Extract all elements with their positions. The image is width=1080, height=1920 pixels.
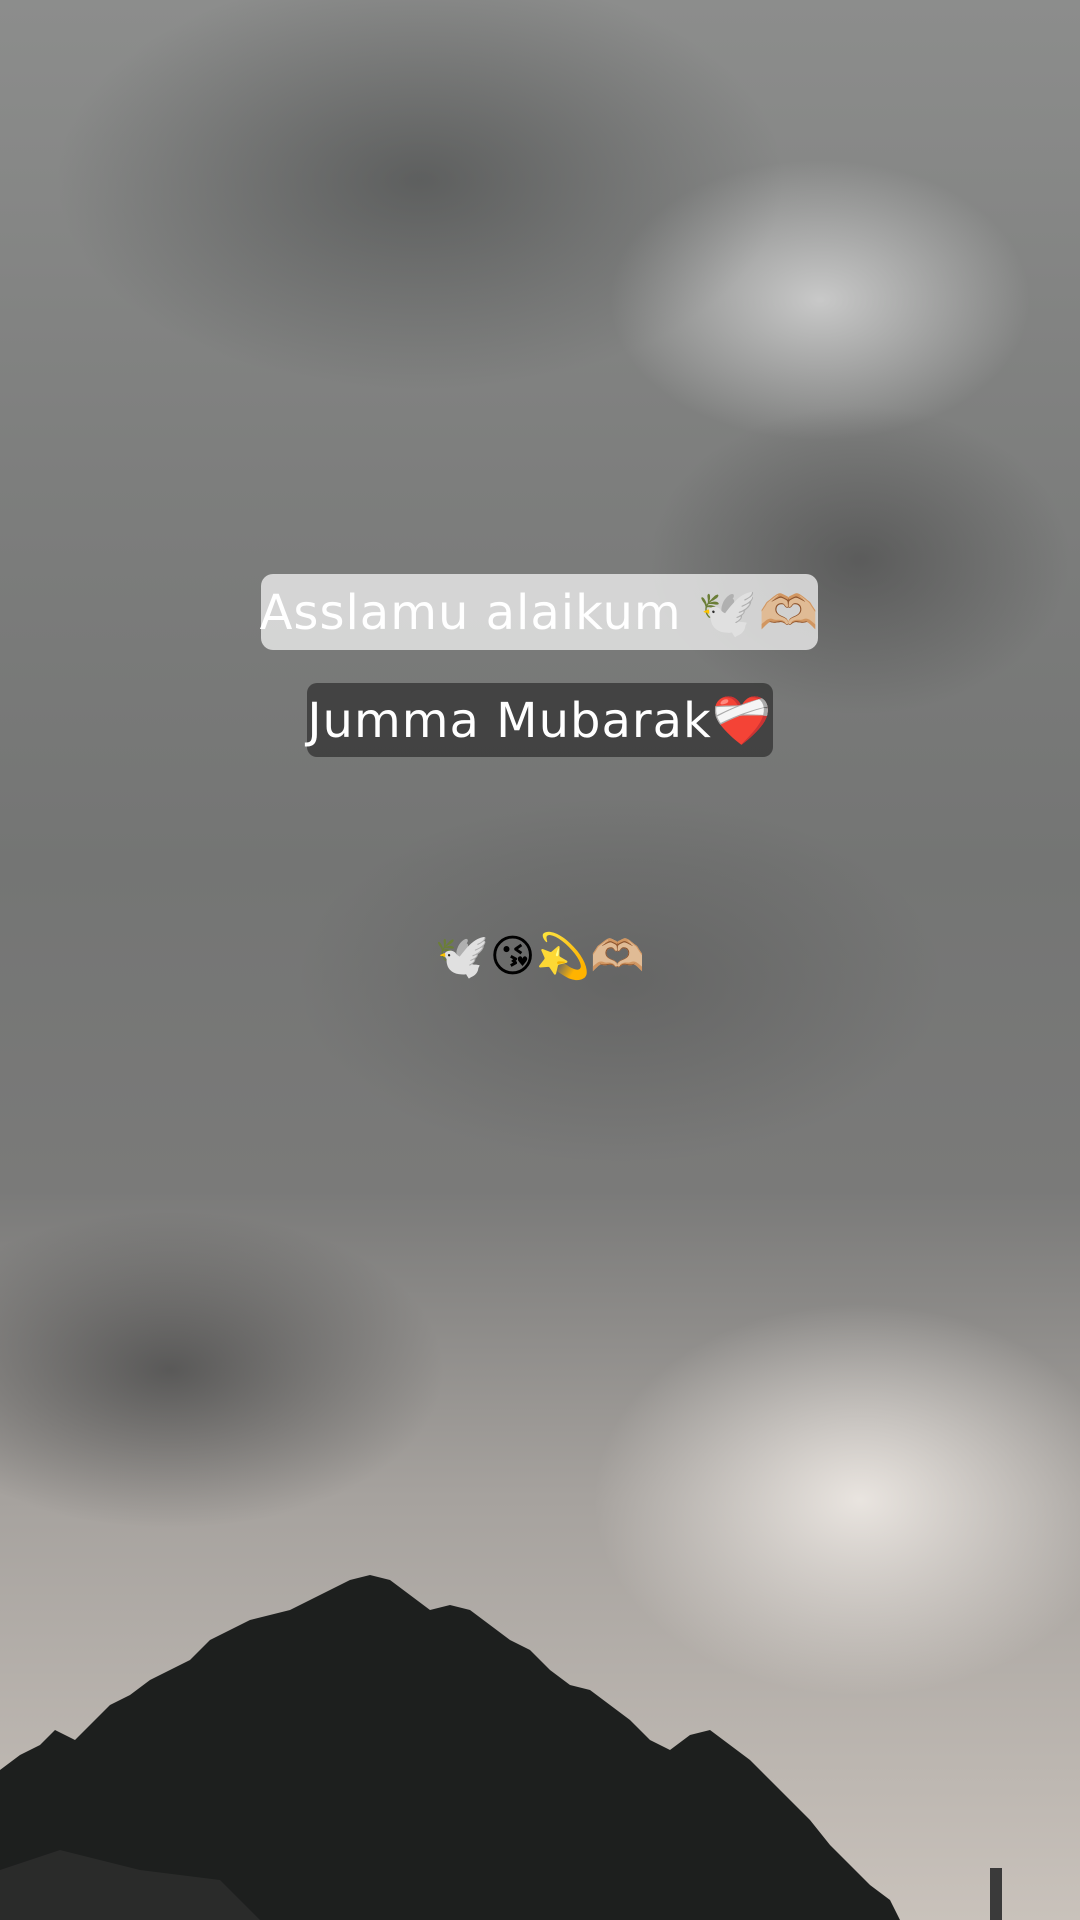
- caption-greeting-text: Asslamu alaikum 🕊️🫶🏼: [259, 584, 820, 641]
- tree-silhouette: [0, 1575, 900, 1920]
- street-pole: [990, 1868, 1002, 1920]
- emoji-caption[interactable]: 🕊️😘💫🫶🏼: [0, 930, 1080, 982]
- caption-sticker-jumma[interactable]: Jumma Mubarak❤️‍🩹: [307, 683, 773, 757]
- caption-sticker-greeting[interactable]: Asslamu alaikum 🕊️🫶🏼: [259, 574, 820, 650]
- caption-jumma-text: Jumma Mubarak❤️‍🩹: [307, 692, 773, 749]
